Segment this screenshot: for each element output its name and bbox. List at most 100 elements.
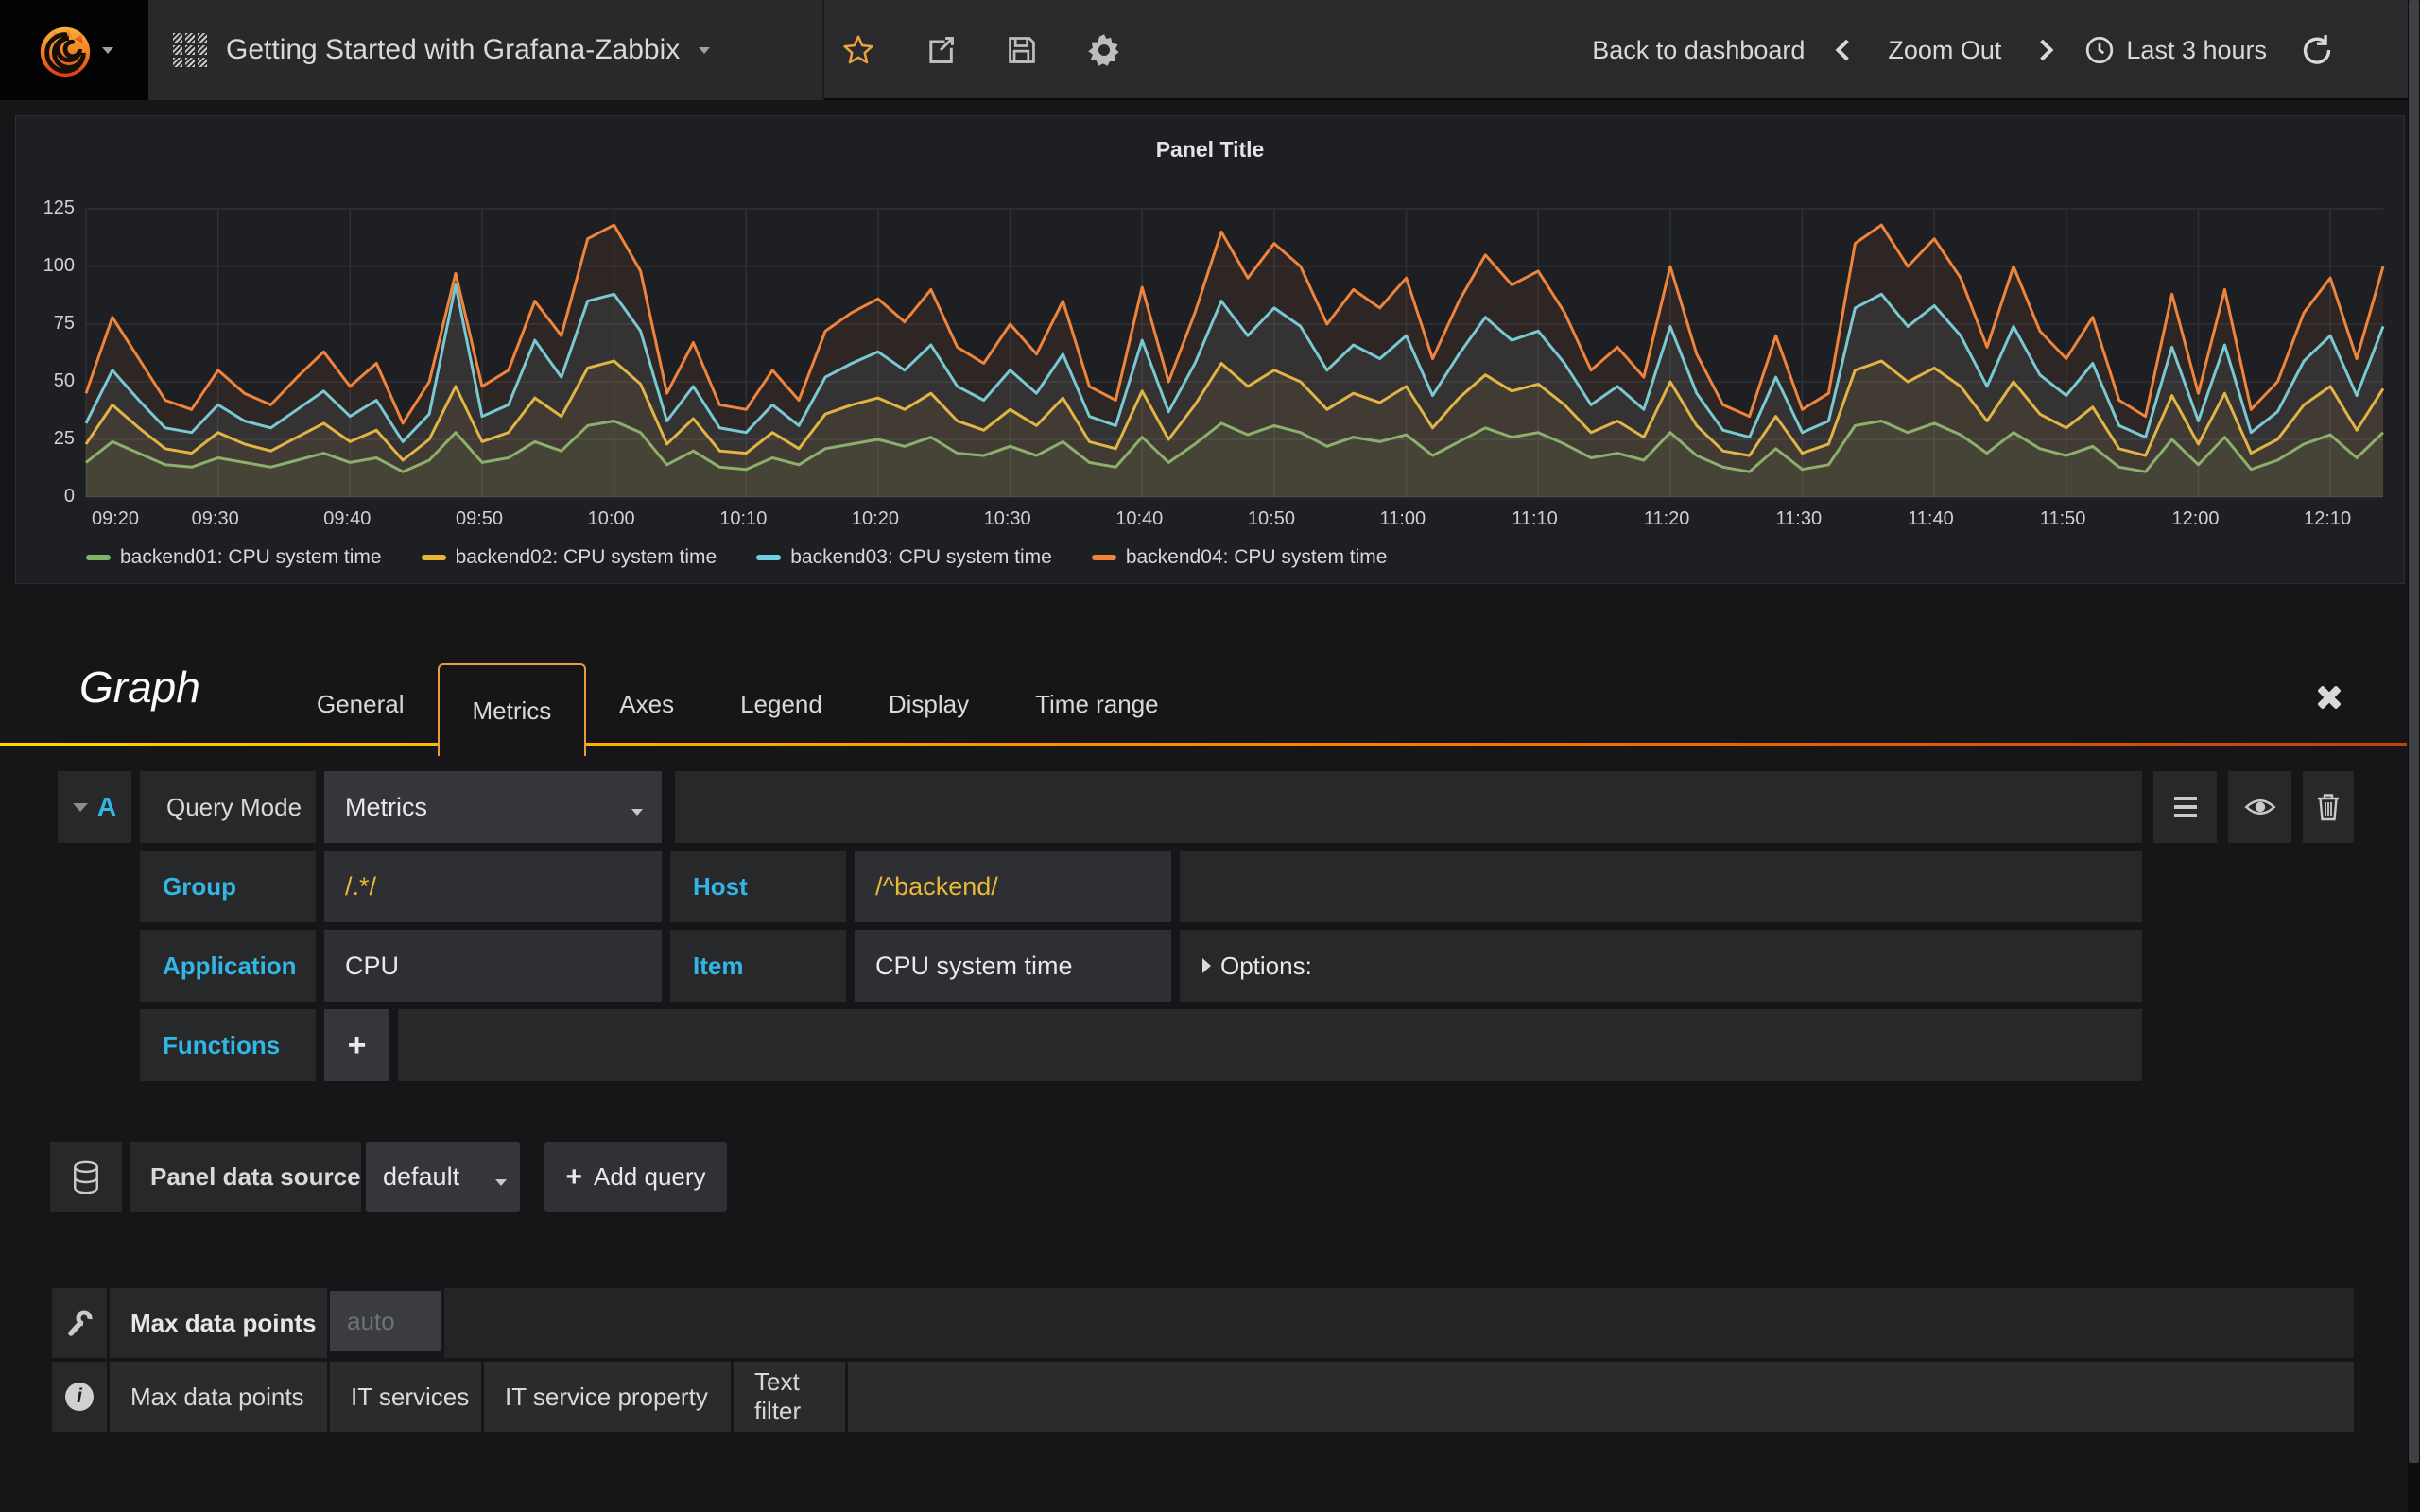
time-shift-forward-icon[interactable] (2032, 40, 2054, 61)
clock-icon (2084, 35, 2115, 65)
time-range-picker[interactable]: Last 3 hours (2084, 35, 2267, 65)
legend-color-dash (1092, 555, 1116, 560)
legend-color-dash (86, 555, 111, 560)
add-query-button[interactable]: + Add query (544, 1142, 727, 1212)
option-tab-max-data-points[interactable]: Max data points (110, 1362, 327, 1432)
query-toggle-visibility-button[interactable] (2228, 771, 2291, 843)
grafana-app: Getting Started with Grafana-Zabbix Back… (0, 0, 2420, 1512)
grafana-logo-menu[interactable] (0, 0, 148, 100)
chart-legend: backend01: CPU system time backend02: CPU… (86, 546, 1387, 569)
info-icon: i (65, 1383, 94, 1411)
chart-plot-area[interactable] (86, 209, 2383, 497)
close-editor-icon[interactable] (2312, 680, 2346, 714)
x-tick-label: 11:10 (1512, 508, 1558, 530)
query-row-filler (675, 771, 2142, 843)
option-tab-it-services[interactable]: IT services (330, 1362, 481, 1432)
graph-panel: Panel Title 0255075100125 09:2009:3009:4… (15, 115, 2405, 584)
legend-color-dash (756, 555, 781, 560)
tab-axes[interactable]: Axes (586, 663, 707, 745)
legend-item-backend02[interactable]: backend02: CPU system time (422, 546, 717, 569)
query-menu-button[interactable] (2153, 771, 2217, 843)
star-icon[interactable] (841, 33, 875, 67)
options-info-cell: i (52, 1362, 107, 1432)
page-scrollbar (2408, 0, 2420, 1512)
eye-icon (2244, 795, 2276, 819)
legend-item-backend03[interactable]: backend03: CPU system time (756, 546, 1052, 569)
x-tick-label: 09:40 (323, 508, 371, 530)
options-row2-filler (848, 1362, 2354, 1432)
settings-gear-icon[interactable] (1087, 33, 1121, 67)
refresh-icon[interactable] (2301, 34, 2333, 66)
logo-caret-icon (102, 47, 113, 54)
options-row1-filler (444, 1288, 2354, 1358)
y-tick-label: 50 (18, 370, 75, 392)
host-input[interactable]: /^backend/ (855, 850, 1171, 922)
host-label: Host (670, 850, 846, 922)
options-caret-icon (1202, 958, 1211, 973)
max-data-points-label: Max data points (110, 1288, 327, 1358)
tab-time-range[interactable]: Time range (1002, 663, 1192, 745)
group-input[interactable]: /.*/ (324, 850, 662, 922)
functions-row-filler (398, 1009, 2142, 1081)
y-tick-label: 125 (18, 198, 75, 219)
chart-svg (86, 209, 2383, 497)
time-shift-back-icon[interactable] (1836, 40, 1858, 61)
zoom-out-button[interactable]: Zoom Out (1888, 36, 2001, 65)
x-tick-label: 10:10 (719, 508, 767, 530)
back-to-dashboard-button[interactable]: Back to dashboard (1592, 36, 1805, 65)
option-tab-text-filter[interactable]: Text filter (734, 1362, 845, 1432)
scrollbar-thumb[interactable] (2409, 0, 2419, 1463)
x-tick-label: 09:50 (456, 508, 503, 530)
title-caret-icon (699, 47, 710, 54)
tab-legend[interactable]: Legend (707, 663, 856, 745)
plus-icon: + (565, 1161, 582, 1194)
editor-tabs: GeneralMetricsAxesLegendDisplayTime rang… (284, 663, 1192, 756)
time-range-label: Last 3 hours (2126, 36, 2267, 65)
y-tick-label: 25 (18, 428, 75, 450)
max-data-points-input[interactable] (330, 1291, 441, 1351)
panel-title[interactable]: Panel Title (16, 137, 2404, 163)
save-icon[interactable] (1006, 34, 1038, 66)
tab-display[interactable]: Display (856, 663, 1002, 745)
trash-icon (2315, 793, 2342, 821)
dashboard-title-picker[interactable]: Getting Started with Grafana-Zabbix (148, 0, 824, 100)
x-tick-label: 11:50 (2040, 508, 2086, 530)
panel-editor-type-title: Graph (79, 662, 200, 713)
y-tick-label: 75 (18, 313, 75, 335)
legend-item-backend01[interactable]: backend01: CPU system time (86, 546, 382, 569)
x-tick-label: 10:50 (1248, 508, 1295, 530)
legend-color-dash (422, 555, 446, 560)
x-tick-label: 11:00 (1380, 508, 1426, 530)
tab-general[interactable]: General (284, 663, 438, 745)
dashboard-title: Getting Started with Grafana-Zabbix (226, 34, 680, 66)
top-navbar: Getting Started with Grafana-Zabbix Back… (0, 0, 2420, 100)
share-icon[interactable] (925, 34, 957, 66)
tab-metrics[interactable]: Metrics (438, 663, 587, 756)
group-label: Group (140, 850, 316, 922)
grafana-logo-icon (36, 21, 95, 79)
x-tick-label: 12:10 (2304, 508, 2351, 530)
query-collapse-toggle[interactable]: A (58, 771, 131, 843)
database-icon (70, 1160, 102, 1195)
x-tick-label: 10:40 (1115, 508, 1163, 530)
query-mode-label: Query Mode (140, 771, 316, 843)
dashboard-grid-icon (173, 33, 207, 67)
item-input[interactable]: CPU system time (855, 930, 1171, 1002)
application-label: Application (140, 930, 316, 1002)
x-tick-label: 10:00 (588, 508, 635, 530)
x-tick-label: 11:40 (1908, 508, 1954, 530)
wrench-icon (65, 1309, 94, 1337)
group-row-filler (1180, 850, 2142, 922)
panel-datasource-select[interactable]: default (366, 1142, 520, 1212)
legend-item-backend04[interactable]: backend04: CPU system time (1092, 546, 1388, 569)
option-tab-it-service-property[interactable]: IT service property (484, 1362, 731, 1432)
query-ref-letter: A (97, 792, 116, 822)
add-function-button[interactable]: + (324, 1009, 389, 1081)
options-toggle[interactable]: Options: (1180, 952, 1312, 981)
application-input[interactable]: CPU (324, 930, 662, 1002)
query-mode-select[interactable]: Metrics (324, 771, 662, 843)
query-delete-button[interactable] (2303, 771, 2354, 843)
x-tick-label: 09:30 (192, 508, 239, 530)
options-wrench-cell (52, 1288, 107, 1358)
x-tick-label: 09:20 (92, 508, 139, 530)
